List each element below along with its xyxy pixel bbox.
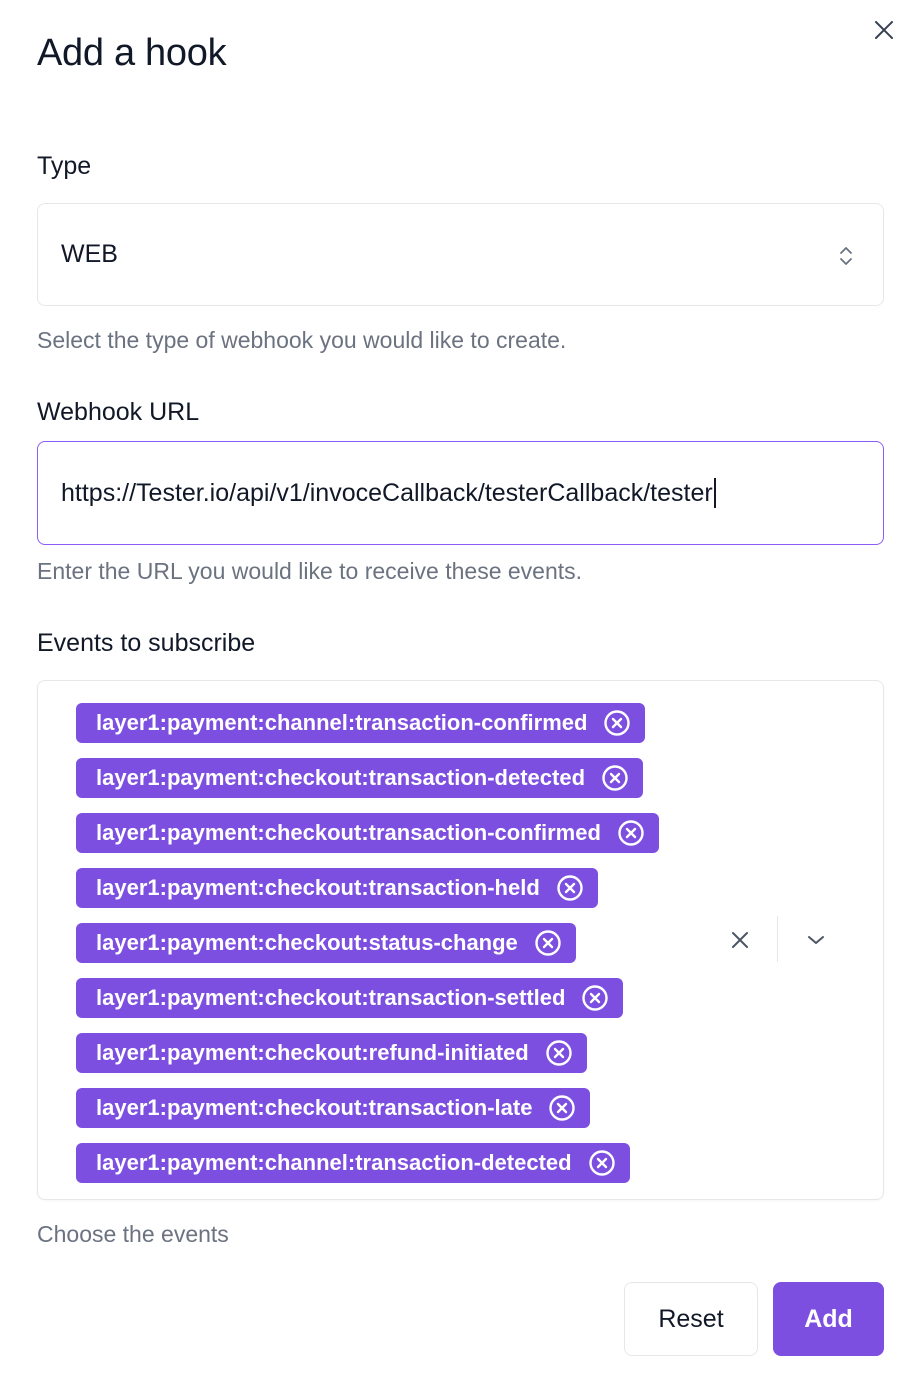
clear-all-button[interactable] [726,926,754,954]
remove-event-button[interactable] [534,929,562,957]
type-select[interactable]: WEB [37,203,884,306]
circle-x-icon [604,710,631,736]
type-help-text: Select the type of webhook you would lik… [37,327,567,353]
event-tag: layer1:payment:checkout:transaction-sett… [76,978,624,1018]
add-button[interactable]: Add [773,1282,884,1356]
indicator-divider [777,916,778,962]
chevron-down-icon [808,936,824,944]
close-button[interactable] [868,14,900,46]
event-tag-label: layer1:payment:checkout:refund-initiated [96,1040,529,1065]
remove-event-button[interactable] [601,764,629,792]
webhook-url-label: Webhook URL [37,398,200,426]
clear-icon [732,932,748,948]
webhook-url-input[interactable]: https://Tester.io/api/v1/invoceCallback/… [37,441,884,545]
circle-x-icon [549,1095,576,1121]
event-tag: layer1:payment:checkout:transaction-dete… [76,758,644,798]
event-tag: layer1:payment:checkout:status-change [76,923,576,963]
event-tag: layer1:payment:checkout:refund-initiated [76,1033,587,1073]
event-tag-label: layer1:payment:checkout:transaction-late [96,1095,533,1120]
event-tag-label: layer1:payment:channel:transaction-detec… [96,1150,572,1175]
circle-x-icon [618,820,644,846]
remove-event-button[interactable] [603,709,631,737]
event-tag: layer1:payment:checkout:transaction-conf… [76,813,659,853]
webhook-url-value: https://Tester.io/api/v1/invoceCallback/… [61,478,713,507]
modal-title: Add a hook [37,32,227,74]
event-tag-label: layer1:payment:channel:transaction-confi… [96,710,588,735]
event-tag: layer1:payment:channel:transaction-detec… [76,1143,630,1183]
events-label: Events to subscribe [37,629,256,657]
type-select-value: WEB [61,240,118,268]
circle-x-icon [602,765,628,791]
remove-event-button[interactable] [588,1149,616,1177]
events-help-text: Choose the events [37,1221,229,1247]
event-tag-label: layer1:payment:checkout:transaction-held [96,875,540,900]
event-tag-label: layer1:payment:checkout:transaction-sett… [96,985,566,1010]
circle-x-icon [546,1040,572,1066]
circle-x-icon [557,875,583,901]
text-caret [713,478,716,508]
remove-event-button[interactable] [556,874,584,902]
remove-event-button[interactable] [581,984,609,1012]
remove-event-button[interactable] [548,1094,576,1122]
circle-x-icon [588,1150,615,1176]
events-multiselect[interactable]: layer1:payment:channel:transaction-confi… [37,680,884,1200]
event-tag: layer1:payment:channel:transaction-confi… [76,703,646,743]
select-arrows-icon [840,247,852,265]
remove-event-button[interactable] [545,1039,573,1067]
webhook-url-help-text: Enter the URL you would like to receive … [37,558,583,584]
circle-x-icon [582,985,609,1011]
event-tag: layer1:payment:checkout:transaction-late [76,1088,591,1128]
remove-event-button[interactable] [617,819,645,847]
type-label: Type [37,152,92,180]
circle-x-icon [535,930,561,956]
selected-events-list: layer1:payment:channel:transaction-confi… [76,703,659,1183]
events-dropdown-toggle[interactable] [803,929,829,951]
add-hook-modal: Add a hook Type WEB Select the type of w… [0,0,917,1390]
event-tag-label: layer1:payment:checkout:status-change [96,930,518,955]
event-tag: layer1:payment:checkout:transaction-held [76,868,598,908]
close-icon [875,21,893,39]
event-tag-label: layer1:payment:checkout:transaction-dete… [96,765,586,790]
reset-button[interactable]: Reset [624,1282,758,1356]
event-tag-label: layer1:payment:checkout:transaction-conf… [96,820,601,845]
